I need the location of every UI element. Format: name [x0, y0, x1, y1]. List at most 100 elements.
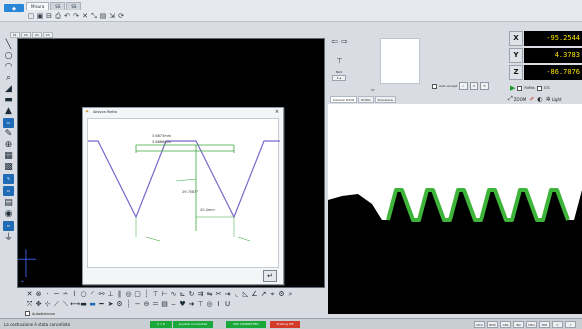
align-icon[interactable]: ⊥ [106, 289, 115, 299]
status-deg[interactable]: DEG [526, 321, 537, 328]
step-icon[interactable]: ⊤ [335, 56, 344, 66]
zero-tool-icon[interactable]: ⊕ [3, 140, 14, 150]
zoom-control[interactable]: ⤢ ZOOM [508, 95, 526, 103]
thread-drawing[interactable]: 3.6873mm 3.6866mm 29.7583° 20.4mm [87, 118, 280, 268]
print-icon[interactable]: ⎙ [54, 12, 62, 20]
gear-icon[interactable]: ⚙ [277, 289, 286, 299]
fillet-icon[interactable]: ◟ [232, 289, 241, 299]
tab-ss-1[interactable]: SS [50, 2, 66, 10]
status-rms[interactable]: RMS [487, 321, 498, 328]
grid-tool-icon[interactable]: ▦ [3, 151, 14, 161]
fit-icon[interactable]: ⤧ [25, 299, 34, 309]
square-icon[interactable]: ▢ [133, 289, 142, 299]
mirror-icon[interactable]: ⇋ [205, 289, 214, 299]
undo-icon[interactable]: ↶ [63, 12, 71, 20]
open-icon[interactable]: ⊟ [45, 12, 53, 20]
line-icon[interactable]: ─ [52, 289, 61, 299]
new-file-icon[interactable]: ▢ [27, 12, 35, 20]
save-icon[interactable]: ▣ [36, 12, 44, 20]
axis-x-button[interactable]: X [509, 31, 523, 46]
triangle-tool-icon[interactable]: ▲ [3, 106, 14, 116]
magnify-icon[interactable]: ⌕ [3, 73, 14, 83]
angle-icon[interactable]: ∠ [250, 289, 259, 299]
minus-icon[interactable]: − [133, 299, 142, 309]
rotate-icon[interactable]: ↻ [187, 289, 196, 299]
circle-tool-icon[interactable]: ○ [3, 51, 14, 61]
tee-icon[interactable]: ⊤ [151, 289, 160, 299]
brush-control[interactable]: ✐ [529, 96, 534, 103]
trim-icon[interactable]: ✂ [214, 289, 223, 299]
dimension-tool-icon[interactable]: ▬ [3, 95, 14, 105]
diag-icon[interactable]: ⟋ [52, 299, 61, 309]
play-icon[interactable]: ▶ [510, 84, 515, 92]
refresh-icon[interactable]: ⟳ [117, 12, 125, 20]
probe-tool-icon[interactable]: ⏚ [3, 233, 14, 243]
italic-i-icon[interactable]: I [214, 299, 223, 309]
status-c[interactable]: C [552, 321, 563, 328]
picture-icon[interactable]: ▤ [99, 12, 107, 20]
ruler-icon[interactable]: ⊢ [160, 289, 169, 299]
tilde-icon[interactable]: ∿ [169, 289, 178, 299]
tab-camera[interactable]: Camera #1VR [330, 96, 358, 103]
chain-icon[interactable]: ⚯ [97, 289, 106, 299]
contrast-control[interactable]: ◐ [537, 96, 542, 103]
offset-icon[interactable]: ⇉ [196, 289, 205, 299]
slope-tool-icon[interactable]: ◢ [3, 84, 14, 94]
nav-list[interactable] [380, 38, 420, 84]
italic-u-icon[interactable]: U [223, 299, 232, 309]
arrow-right-icon[interactable]: ➜ [187, 299, 196, 309]
redo-icon[interactable]: ↷ [72, 12, 80, 20]
program-mode-button[interactable]: ▭ [3, 186, 14, 196]
pointer-icon[interactable]: ➤ [106, 299, 115, 309]
reject-icon[interactable]: ✕ [469, 82, 479, 90]
move-mode-button[interactable]: ⇔ [3, 221, 14, 231]
table-icon[interactable]: ▤ [160, 299, 169, 309]
measure-mode-button[interactable]: ▭ [3, 118, 14, 128]
arrow-left-icon[interactable]: ⇦ [330, 38, 339, 46]
matrix-tool-icon[interactable]: ▩ [3, 162, 14, 172]
bar-dark-icon[interactable]: ━ [97, 299, 106, 309]
layers-tool-icon[interactable]: ▤ [3, 198, 14, 208]
pin-icon[interactable]: ⌖ [268, 289, 277, 299]
gear-small-icon[interactable]: ⚙ [115, 299, 124, 309]
retry-icon[interactable]: ↻ [480, 82, 489, 90]
equal-icon[interactable]: ＝ [151, 299, 160, 309]
status-inc[interactable]: INC [513, 321, 524, 328]
dash-icon[interactable]: ‒ [169, 299, 178, 309]
pan-icon[interactable]: ✥ [34, 299, 43, 309]
status-mm[interactable]: MM [539, 321, 550, 328]
stc-checkbox[interactable] [536, 85, 542, 91]
camera-view[interactable] [328, 104, 582, 314]
intersect-icon[interactable]: ⊗ [34, 289, 43, 299]
status-mcs[interactable]: MCS [474, 321, 485, 328]
circle-line-icon[interactable]: ⊖ [142, 299, 151, 309]
cad-canvas[interactable]: ⌖ Altezza filetto ✦ × 3.6873mm 3.6866mm … [17, 38, 325, 288]
select-icon[interactable]: ⤡ [90, 12, 98, 20]
point-icon[interactable]: · [43, 289, 52, 299]
autodistance-checkbox[interactable] [25, 311, 30, 316]
accept-icon[interactable]: ✓ [459, 82, 468, 90]
tab-scan[interactable]: Scansione [374, 96, 396, 103]
ring-icon[interactable]: ◎ [124, 289, 133, 299]
auto-accept-checkbox[interactable] [432, 83, 437, 89]
chamfer-icon[interactable]: ◺ [241, 289, 250, 299]
midpoint-icon[interactable]: ∸ [61, 289, 70, 299]
status-help[interactable]: ? [565, 321, 576, 328]
circle-icon[interactable]: ○ [79, 289, 88, 299]
tab-misura[interactable]: Misura [26, 2, 50, 10]
axis-y-button[interactable]: Y [509, 48, 523, 63]
arc-tool-icon[interactable]: ◠ [3, 62, 14, 72]
zoom-icon[interactable]: ⌕ [286, 289, 295, 299]
bar-blue-icon[interactable]: ▬ [88, 299, 97, 309]
rilmis-checkbox[interactable] [517, 85, 523, 91]
tab-profile[interactable]: Profilo [358, 96, 374, 103]
ring2-icon[interactable]: ◎ [205, 299, 214, 309]
edit-mode-button[interactable]: ✎ [3, 174, 14, 184]
light-control[interactable]: ✲ Light [546, 96, 562, 103]
nav-stepper[interactable]: ▾ ▴ [332, 75, 346, 81]
slope-icon[interactable]: ⟍ [61, 299, 70, 309]
dim-line-icon[interactable]: ⟷ [70, 299, 80, 309]
export-icon[interactable]: ⇲ [108, 12, 116, 20]
snap-icon[interactable]: ⊹ [43, 299, 52, 309]
bar-icon[interactable]: ▬ [79, 299, 88, 309]
